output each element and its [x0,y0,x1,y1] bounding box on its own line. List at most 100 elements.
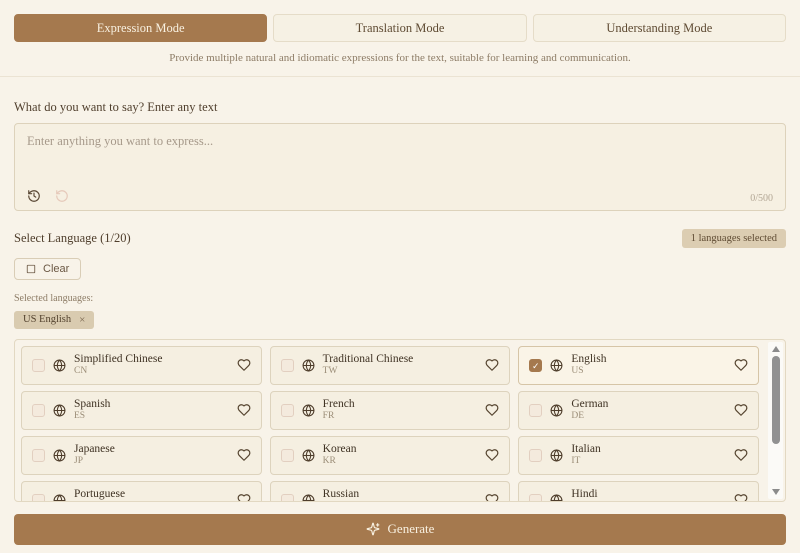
language-info: English US [571,353,726,377]
globe-icon [550,359,563,372]
generate-button[interactable]: Generate [14,514,786,545]
language-name: Spanish [74,398,229,411]
language-checkbox[interactable] [529,404,542,417]
language-checkbox[interactable] [281,449,294,462]
favorite-heart-icon[interactable] [734,493,748,502]
language-code: DE [571,411,726,422]
language-name: Simplified Chinese [74,353,229,366]
input-label: What do you want to say? Enter any text [14,100,786,115]
favorite-heart-icon[interactable] [485,493,499,502]
chip-label: US English [23,314,71,325]
selected-languages-label: Selected languages: [14,293,786,304]
tab-translation-mode[interactable]: Translation Mode [273,14,526,42]
language-info: Japanese JP [74,443,229,467]
scrollbar[interactable] [768,342,783,499]
language-name: French [323,398,478,411]
favorite-heart-icon[interactable] [237,358,251,372]
language-checkbox[interactable] [32,494,45,502]
sparkles-icon [366,522,380,536]
mode-tabs: Expression Mode Translation Mode Underst… [14,14,786,42]
globe-icon [302,494,315,502]
favorite-heart-icon[interactable] [734,403,748,417]
globe-icon [53,494,66,502]
language-card[interactable]: Russian RU [270,481,511,502]
globe-icon [550,449,563,462]
favorite-heart-icon[interactable] [237,493,251,502]
section-divider [0,76,800,77]
language-name: Portuguese [74,488,229,501]
language-checkbox[interactable] [281,359,294,372]
language-name: German [571,398,726,411]
globe-icon [53,449,66,462]
languages-selected-badge: 1 languages selected [682,229,786,248]
language-name: Hindi [571,488,726,501]
history-icon[interactable] [27,189,41,203]
language-code: JP [74,456,229,467]
language-checkbox[interactable] [32,404,45,417]
language-checkbox[interactable] [281,494,294,502]
empty-checkbox-icon [26,264,36,274]
language-info: Hindi IN [571,488,726,502]
language-card[interactable]: Japanese JP [21,436,262,475]
language-checkbox[interactable]: ✓ [529,359,542,372]
language-checkbox[interactable] [529,494,542,502]
language-card[interactable]: Traditional Chinese TW [270,346,511,385]
language-name: Korean [323,443,478,456]
char-counter: 0/500 [750,193,773,204]
favorite-heart-icon[interactable] [734,358,748,372]
language-card[interactable]: Portuguese PT [21,481,262,502]
language-card[interactable]: ✓ English US [518,346,759,385]
language-card[interactable]: Spanish ES [21,391,262,430]
language-info: Italian IT [571,443,726,467]
favorite-heart-icon[interactable] [485,358,499,372]
clear-button-label: Clear [43,263,69,275]
favorite-heart-icon[interactable] [237,403,251,417]
language-info: Traditional Chinese TW [323,353,478,377]
language-code: TW [323,366,478,377]
favorite-heart-icon[interactable] [237,448,251,462]
language-checkbox[interactable] [32,359,45,372]
reset-icon[interactable] [55,189,69,203]
language-card[interactable]: Italian IT [518,436,759,475]
select-language-title: Select Language (1/20) [14,231,131,246]
selected-language-chip: US English × [14,311,94,329]
globe-icon [550,404,563,417]
language-card[interactable]: French FR [270,391,511,430]
favorite-heart-icon[interactable] [485,448,499,462]
language-info: Korean KR [323,443,478,467]
globe-icon [53,359,66,372]
language-grid: Simplified Chinese CN Traditional Chines… [21,346,759,502]
chip-remove-icon[interactable]: × [79,314,85,326]
language-code: ES [74,411,229,422]
language-info: Spanish ES [74,398,229,422]
tab-expression-mode[interactable]: Expression Mode [14,14,267,42]
globe-icon [302,359,315,372]
language-checkbox[interactable] [529,449,542,462]
globe-icon [550,494,563,502]
scrollbar-thumb[interactable] [772,356,780,444]
language-name: Japanese [74,443,229,456]
language-info: Russian RU [323,488,478,502]
language-card[interactable]: Simplified Chinese CN [21,346,262,385]
language-name: English [571,353,726,366]
language-checkbox[interactable] [281,404,294,417]
globe-icon [302,404,315,417]
globe-icon [302,449,315,462]
scroll-down-arrow[interactable] [772,489,780,495]
expression-textarea[interactable]: Enter anything you want to express... 0/… [14,123,786,211]
language-card[interactable]: German DE [518,391,759,430]
scroll-up-arrow[interactable] [772,346,780,352]
expression-page: Expression Mode Translation Mode Underst… [0,0,800,545]
language-name: Russian [323,488,478,501]
language-checkbox[interactable] [32,449,45,462]
language-info: French FR [323,398,478,422]
favorite-heart-icon[interactable] [485,403,499,417]
favorite-heart-icon[interactable] [734,448,748,462]
mode-description: Provide multiple natural and idiomatic e… [14,52,786,64]
language-card[interactable]: Korean KR [270,436,511,475]
language-code: CN [74,366,229,377]
language-card[interactable]: Hindi IN [518,481,759,502]
tab-understanding-mode[interactable]: Understanding Mode [533,14,786,42]
clear-button[interactable]: Clear [14,258,81,280]
language-code: US [571,366,726,377]
